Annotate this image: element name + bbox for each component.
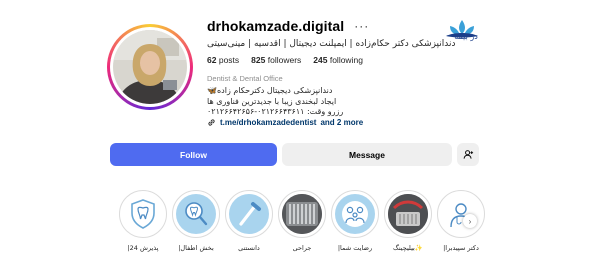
highlight-label: |بخش اطفال xyxy=(178,244,214,252)
highlight-label: |پذیرش 24 xyxy=(127,244,159,252)
highlight-item[interactable]: |بخش اطفال xyxy=(171,190,221,252)
highlight-item[interactable]: |دکتر سپیدبرا xyxy=(436,190,486,252)
highlight-item[interactable]: جراحی xyxy=(277,190,327,252)
profile-avatar[interactable] xyxy=(107,24,193,110)
person-add-icon xyxy=(463,150,473,159)
follow-button[interactable]: Follow xyxy=(110,143,277,166)
bio-line: رزرو وقت: ۰۲۱۲۶۶۴۳۶۱۱-۰۲۱۲۶۶۴۲۶۵۶ xyxy=(207,107,344,116)
link-text[interactable]: t.me/drhokamzadedentist xyxy=(220,118,316,127)
highlight-item[interactable]: |رضایت شما xyxy=(330,190,380,252)
highlight-label: بیلیچینگ✨ xyxy=(393,244,423,252)
family-icon xyxy=(342,201,368,227)
profile-link[interactable]: t.me/drhokamzadedentist and 2 more xyxy=(207,118,363,127)
tools-photo xyxy=(388,194,428,234)
suggest-button[interactable] xyxy=(457,143,479,166)
avatar-photo xyxy=(113,30,187,104)
highlight-label: جراحی xyxy=(292,244,312,252)
highlight-item[interactable]: دانستنی xyxy=(224,190,274,252)
highlight-item[interactable]: |پذیرش 24 xyxy=(118,190,168,252)
tooth-shield-icon xyxy=(131,199,155,229)
profile-fullname: دندانپزشکی دکتر حکام‌زاده | ایمپلنت دیجی… xyxy=(207,39,456,49)
profile-category: Dentist & Dental Office xyxy=(207,74,283,83)
link-more[interactable]: and 2 more xyxy=(320,118,363,127)
chevron-right-icon: › xyxy=(468,216,472,226)
followers-stat[interactable]: 825 followers xyxy=(251,55,301,65)
username: drhokamzade.digital xyxy=(207,18,345,34)
highlight-label: |دکتر سپیدبرا xyxy=(443,244,479,252)
profile-stats: 62 posts 825 followers 245 following xyxy=(207,55,363,65)
message-button[interactable]: Message xyxy=(282,143,452,166)
dental-tools-photo xyxy=(282,194,322,234)
bio-line: ایجاد لبخندی زیبا با جدیدترین فناوری ها xyxy=(207,97,337,106)
toothbrush-icon xyxy=(239,202,261,226)
bio-line: دندانپزشکی دیجیتال دکترحکام زاده🦋 xyxy=(207,86,333,95)
more-options-icon[interactable]: ··· xyxy=(354,19,369,33)
highlight-label: دانستنی xyxy=(238,244,260,252)
highlight-label: |رضایت شما xyxy=(337,244,373,252)
following-stat[interactable]: 245 following xyxy=(313,55,363,65)
link-icon xyxy=(208,119,215,126)
posts-stat: 62 posts xyxy=(207,55,240,65)
highlight-item[interactable]: بیلیچینگ✨ xyxy=(383,190,433,252)
highlights-next-button[interactable]: › xyxy=(463,214,477,228)
magnifier-tooth-icon xyxy=(185,202,208,226)
username-row: drhokamzade.digital ··· xyxy=(207,18,369,34)
